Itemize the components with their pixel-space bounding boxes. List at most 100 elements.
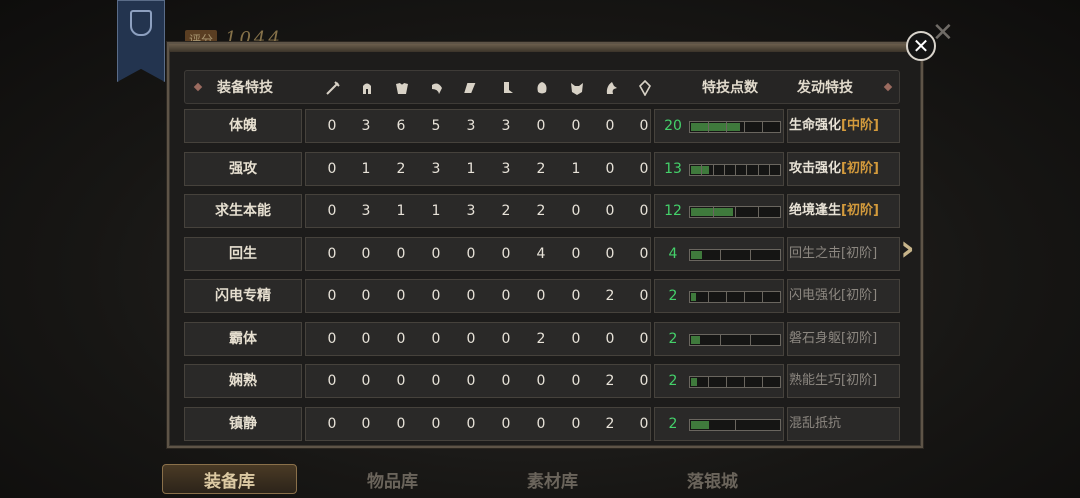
trait-name[interactable]: 强攻 [184, 151, 302, 186]
points-progress-bar [689, 291, 781, 303]
progress-fill [691, 378, 698, 386]
mount-icon [606, 82, 617, 94]
header-trait: 装备特技 [217, 80, 273, 96]
slot-value: 0 [639, 245, 649, 262]
progress-fill [691, 250, 702, 259]
header-right-ornament-icon [883, 82, 893, 92]
slot-value: 3 [501, 118, 511, 134]
progress-tick [720, 334, 721, 345]
trait-name[interactable]: 闪电专精 [184, 279, 302, 313]
tab-equipment[interactable]: 装备库 [162, 464, 297, 494]
slot-value: 0 [571, 415, 581, 432]
progress-tick [744, 292, 745, 302]
active-skill[interactable]: 回生之击[初阶] [789, 237, 877, 271]
slot-value: 3 [361, 118, 371, 134]
active-skill[interactable]: 混乱抵抗 [789, 407, 841, 441]
progress-tick [735, 207, 736, 217]
slot-value: 0 [571, 373, 581, 389]
slot-value: 0 [361, 415, 371, 432]
points-progress-bar [689, 206, 781, 218]
progress-tick [757, 207, 759, 217]
tab-city[interactable]: 落银城 [645, 464, 780, 494]
slot-value: 0 [571, 330, 581, 347]
sword-icon [326, 81, 340, 95]
slot-value: 0 [536, 288, 546, 304]
slot-value: 2 [396, 160, 406, 177]
slot-value: 0 [639, 288, 649, 304]
slot-value: 3 [431, 160, 441, 177]
slot-value: 0 [571, 118, 581, 134]
progress-tick [762, 377, 763, 387]
next-page-arrow-icon[interactable]: › [900, 228, 915, 269]
skill-name: 回生之击 [789, 245, 842, 261]
arm-armor-icon [432, 83, 442, 94]
progress-tick [744, 122, 745, 132]
points-progress-bar [689, 418, 781, 431]
progress-tick [726, 377, 727, 387]
slot-value: 0 [605, 118, 615, 134]
table-row: 回生 0 0 0 0 0 0 4 0 0 0 4 回生之击[初阶] [184, 236, 900, 271]
trait-points: 2 [668, 288, 678, 304]
active-skill[interactable]: 熟能生巧[初阶] [789, 364, 877, 398]
slot-value: 2 [536, 330, 546, 347]
progress-tick [750, 249, 751, 260]
skill-name: 磐石身躯 [789, 330, 842, 346]
slot-value: 2 [605, 373, 615, 389]
table-header: 装备特技 特技点数 发动特技 [184, 70, 900, 104]
active-skill[interactable]: 闪电强化[初阶] [789, 279, 877, 313]
trait-points: 2 [668, 415, 678, 432]
trait-name[interactable]: 娴熟 [184, 364, 302, 398]
trait-name[interactable]: 回生 [184, 236, 302, 271]
tab-items[interactable]: 物品库 [325, 464, 460, 494]
slot-value: 0 [466, 373, 476, 389]
slot-value: 0 [639, 330, 649, 347]
tab-materials[interactable]: 素材库 [485, 464, 620, 494]
progress-tick [735, 419, 736, 430]
slot-value: 2 [536, 203, 546, 219]
slot-value: 0 [327, 288, 337, 304]
slot-value: 0 [466, 415, 476, 432]
slot-value: 0 [536, 373, 546, 389]
slot-value: 0 [327, 245, 337, 262]
skill-tier: [初阶] [841, 288, 878, 303]
slot-value: 0 [466, 330, 476, 347]
active-skill[interactable]: 攻击强化[初阶] [789, 152, 879, 186]
trait-name[interactable]: 霸体 [184, 321, 302, 356]
slot-value: 0 [327, 373, 337, 389]
active-skill[interactable]: 生命强化[中阶] [789, 109, 879, 143]
progress-tick [701, 164, 703, 175]
progress-tick [726, 292, 727, 302]
close-button[interactable]: ✕ [906, 31, 936, 61]
active-skill[interactable]: 磐石身躯[初阶] [789, 322, 877, 356]
active-skill[interactable]: 绝境逢生[初阶] [789, 194, 879, 228]
skill-tier: [中阶] [841, 118, 879, 133]
trait-points: 2 [668, 373, 678, 389]
progress-fill [691, 165, 709, 174]
progress-tick [712, 207, 714, 217]
trait-points: 13 [664, 160, 682, 177]
slot-value: 0 [605, 245, 615, 262]
slot-value: 0 [361, 288, 371, 304]
progress-tick [757, 164, 759, 175]
table-row: 求生本能 0 3 1 1 3 2 2 0 0 0 12 绝境逢生[初阶] [184, 194, 900, 228]
slot-value: 3 [466, 203, 476, 219]
slot-value: 1 [571, 160, 581, 177]
slot-value: 0 [431, 288, 441, 304]
helmet-icon [363, 83, 371, 94]
trait-name[interactable]: 镇静 [184, 406, 302, 441]
header-active-skill: 发动特技 [797, 80, 853, 96]
chest-armor-icon [396, 83, 408, 94]
slot-value: 0 [396, 330, 406, 347]
progress-tick [723, 164, 725, 175]
trait-name[interactable]: 体魄 [184, 109, 302, 143]
shield-emblem-icon [130, 10, 152, 36]
slot-value: 0 [431, 330, 441, 347]
slot-value: 0 [501, 415, 511, 432]
trait-name[interactable]: 求生本能 [184, 194, 302, 228]
slot-value: 0 [639, 415, 649, 432]
leg-armor-icon [504, 82, 513, 93]
progress-tick [768, 164, 770, 175]
slot-value: 3 [361, 203, 371, 219]
slot-value: 4 [536, 245, 546, 262]
slot-value: 0 [571, 203, 581, 219]
